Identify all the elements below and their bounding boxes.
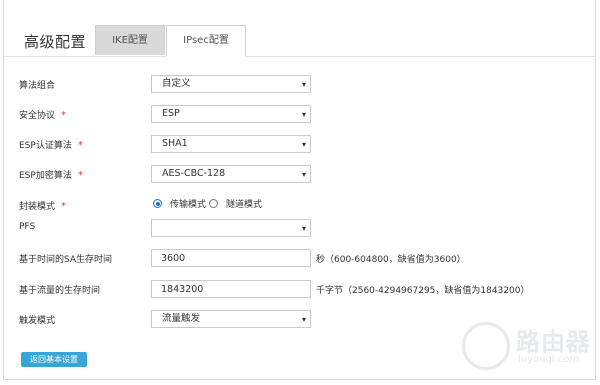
- algorithm-combo-select[interactable]: 自定义 ▾: [151, 75, 311, 93]
- row-esp-encrypt: ESP加密算法 * AES-CBC-128 ▾: [4, 165, 595, 185]
- sa-lifetime-time-input[interactable]: [151, 249, 311, 267]
- pfs-label: PFS: [19, 222, 36, 232]
- panel-header: 高级配置 IKE配置 IPsec配置: [4, 0, 595, 57]
- router-logo-icon: [462, 322, 510, 370]
- sa-lifetime-traffic-hint: 千字节（2560-4294967295，缺省值为1843200）: [316, 286, 530, 296]
- sa-lifetime-time-label: 基于时间的SA生存时间: [19, 255, 113, 265]
- security-protocol-select[interactable]: ESP ▾: [151, 105, 311, 123]
- esp-auth-value: SHA1: [162, 138, 188, 149]
- tab-ipsec-config[interactable]: IPsec配置: [166, 25, 246, 57]
- row-security-protocol: 安全协议 * ESP ▾: [4, 105, 595, 125]
- ipsec-advanced-config-panel: 高级配置 IKE配置 IPsec配置 算法组合 自定义 ▾ 安全协议 * ESP …: [3, 0, 596, 380]
- chevron-down-icon: ▾: [301, 224, 306, 233]
- required-asterisk: *: [77, 140, 83, 151]
- required-asterisk: *: [61, 110, 67, 121]
- trigger-mode-select[interactable]: 流量触发 ▾: [151, 310, 311, 328]
- encap-mode-label: 封装模式 *: [19, 201, 67, 212]
- row-sa-lifetime-traffic: 基于流量的生存时间 千字节（2560-4294967295，缺省值为184320…: [4, 280, 595, 300]
- back-to-basic-settings-button[interactable]: 返回基本设置: [21, 352, 87, 367]
- watermark: 路由器 luyouqi.com: [462, 318, 592, 372]
- security-protocol-label: 安全协议 *: [19, 110, 67, 121]
- sa-lifetime-time-hint: 秒（600-604800，缺省值为3600）: [316, 255, 466, 265]
- trigger-mode-label: 触发模式: [19, 316, 56, 326]
- trigger-mode-value: 流量触发: [162, 313, 201, 324]
- required-asterisk: *: [61, 201, 67, 212]
- required-asterisk: *: [77, 170, 83, 181]
- encap-mode-radio-group: 传输模式 隧道模式: [153, 197, 262, 210]
- row-esp-auth: ESP认证算法 * SHA1 ▾: [4, 135, 595, 155]
- row-pfs: PFS ▾: [4, 219, 595, 239]
- esp-auth-select[interactable]: SHA1 ▾: [151, 135, 311, 153]
- tunnel-mode-radio[interactable]: [209, 199, 219, 208]
- sa-lifetime-traffic-label: 基于流量的生存时间: [19, 286, 101, 296]
- tab-ike-config[interactable]: IKE配置: [95, 25, 165, 55]
- row-encap-mode: 封装模式 * 传输模式 隧道模式: [4, 196, 595, 216]
- algorithm-combo-label: 算法组合: [19, 81, 56, 91]
- chevron-down-icon: ▾: [301, 80, 306, 89]
- esp-encrypt-label: ESP加密算法 *: [19, 170, 83, 181]
- chevron-down-icon: ▾: [301, 170, 306, 179]
- chevron-down-icon: ▾: [301, 315, 306, 324]
- transport-mode-radio[interactable]: [153, 199, 162, 208]
- chevron-down-icon: ▾: [301, 140, 306, 149]
- esp-auth-label: ESP认证算法 *: [19, 140, 83, 151]
- chevron-down-icon: ▾: [301, 110, 306, 119]
- transport-mode-label: 传输模式: [170, 200, 207, 210]
- page-title: 高级配置: [24, 33, 87, 51]
- algorithm-combo-value: 自定义: [162, 78, 191, 89]
- watermark-domain: luyouqi.com: [518, 354, 580, 365]
- pfs-select[interactable]: ▾: [151, 219, 311, 237]
- tunnel-mode-label: 隧道模式: [226, 200, 263, 210]
- security-protocol-value: ESP: [162, 108, 180, 119]
- row-algorithm-combo: 算法组合 自定义 ▾: [4, 75, 595, 95]
- watermark-title: 路由器: [516, 328, 591, 356]
- row-sa-lifetime-time: 基于时间的SA生存时间 秒（600-604800，缺省值为3600）: [4, 249, 595, 269]
- esp-encrypt-value: AES-CBC-128: [162, 168, 226, 179]
- sa-lifetime-traffic-input[interactable]: [151, 280, 311, 298]
- esp-encrypt-select[interactable]: AES-CBC-128 ▾: [151, 165, 311, 183]
